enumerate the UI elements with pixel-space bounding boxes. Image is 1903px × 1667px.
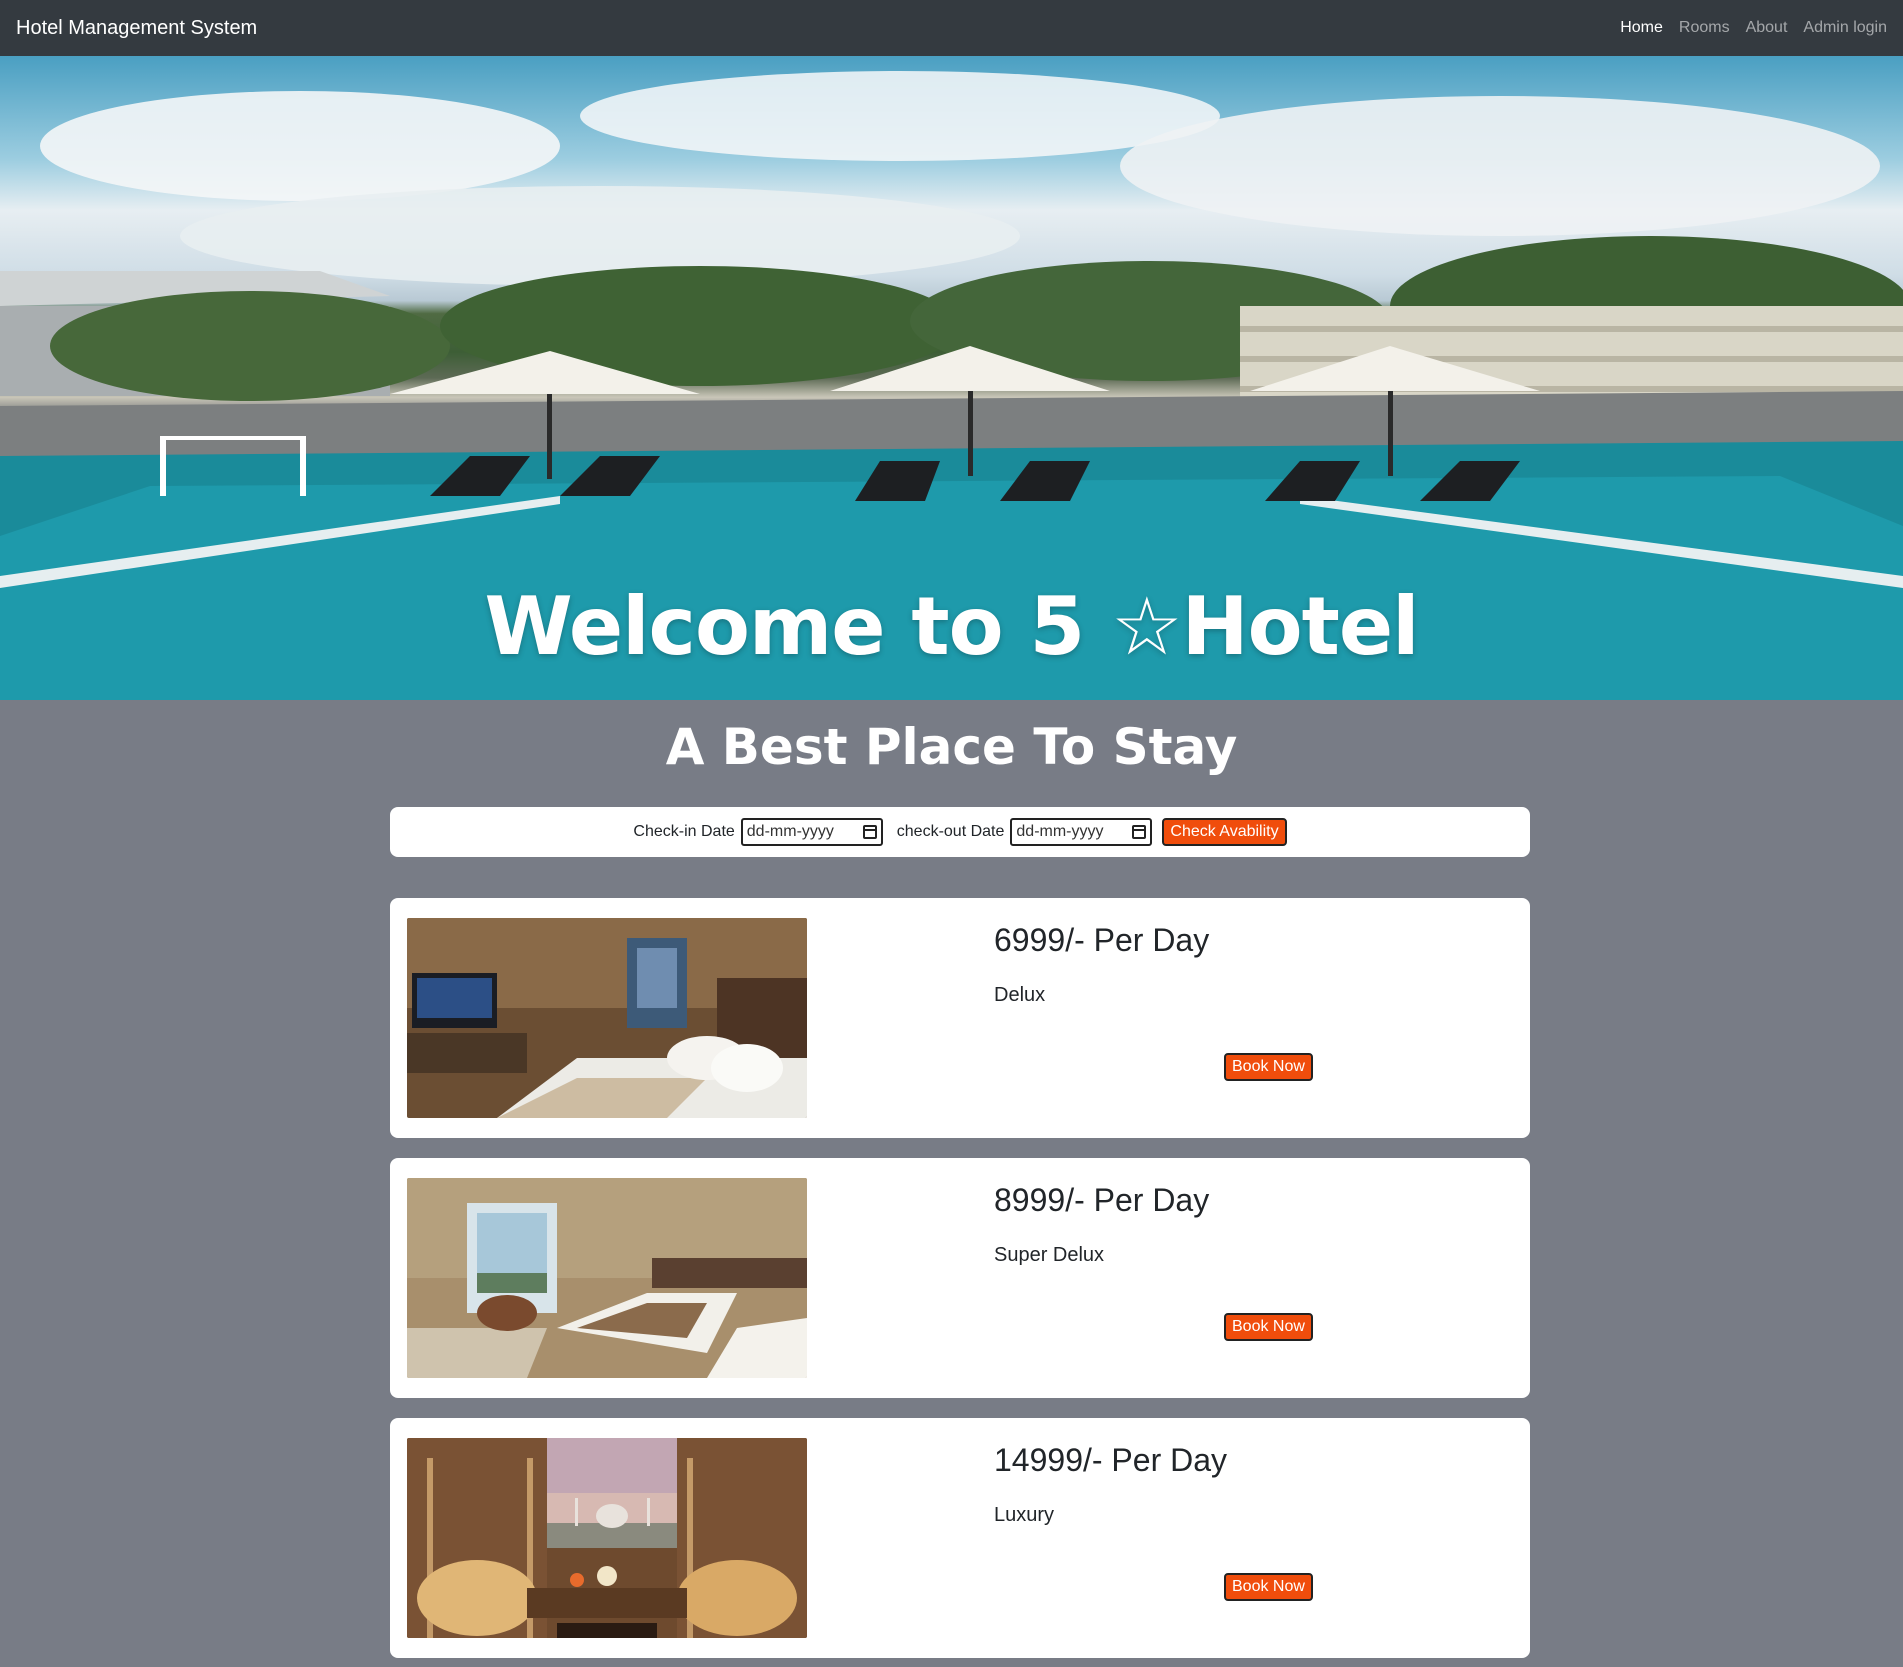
room-type: Delux <box>994 984 1046 1006</box>
calendar-icon[interactable] <box>862 825 877 839</box>
room-price: 14999/- Per Day <box>994 1442 1228 1478</box>
book-now-button[interactable]: Book Now <box>1224 1053 1313 1081</box>
room-image-luxury <box>407 1438 807 1638</box>
room-type: Luxury <box>994 1504 1055 1526</box>
nav-links: Home Rooms About Admin login <box>1612 19 1895 37</box>
room-image-delux <box>407 918 807 1118</box>
checkout-placeholder: dd-mm-yyyy <box>1016 823 1104 840</box>
nav-link-home[interactable]: Home <box>1612 19 1671 37</box>
checkin-label: Check-in Date <box>633 823 735 840</box>
checkin-date-input[interactable]: dd-mm-yyyy <box>740 818 883 846</box>
hero-banner: Welcome to 5 ☆Hotel <box>0 56 1903 700</box>
brand-title[interactable]: Hotel Management System <box>16 17 257 40</box>
room-image-super-delux <box>407 1178 807 1378</box>
checkout-date-input[interactable]: dd-mm-yyyy <box>1010 818 1153 846</box>
calendar-icon[interactable] <box>1132 825 1147 839</box>
room-card-super-delux: 8999/- Per Day Super Delux Book Now <box>390 1158 1530 1398</box>
subtitle: A Best Place To Stay <box>665 718 1238 776</box>
room-card-delux: 6999/- Per Day Delux Book Now <box>390 898 1530 1138</box>
room-card-luxury: 14999/- Per Day Luxury Book Now <box>390 1418 1530 1658</box>
checkout-label: check-out Date <box>896 823 1005 840</box>
book-now-button[interactable]: Book Now <box>1224 1313 1313 1341</box>
nav-link-admin-login[interactable]: Admin login <box>1795 19 1895 37</box>
room-type: Super Delux <box>994 1244 1105 1266</box>
checkin-placeholder: dd-mm-yyyy <box>746 823 834 840</box>
room-price: 6999/- Per Day <box>994 922 1210 958</box>
nav-link-about[interactable]: About <box>1738 19 1796 37</box>
book-now-button[interactable]: Book Now <box>1224 1573 1313 1601</box>
check-availability-button[interactable]: Check Avability <box>1162 818 1287 846</box>
availability-form: Check-in Date dd-mm-yyyy check-out Date … <box>390 807 1530 857</box>
room-price: 8999/- Per Day <box>994 1182 1210 1218</box>
nav-link-rooms[interactable]: Rooms <box>1671 19 1738 37</box>
navbar: Hotel Management System Home Rooms About… <box>0 0 1903 56</box>
hero-title: Welcome to 5 ☆Hotel <box>484 580 1419 673</box>
